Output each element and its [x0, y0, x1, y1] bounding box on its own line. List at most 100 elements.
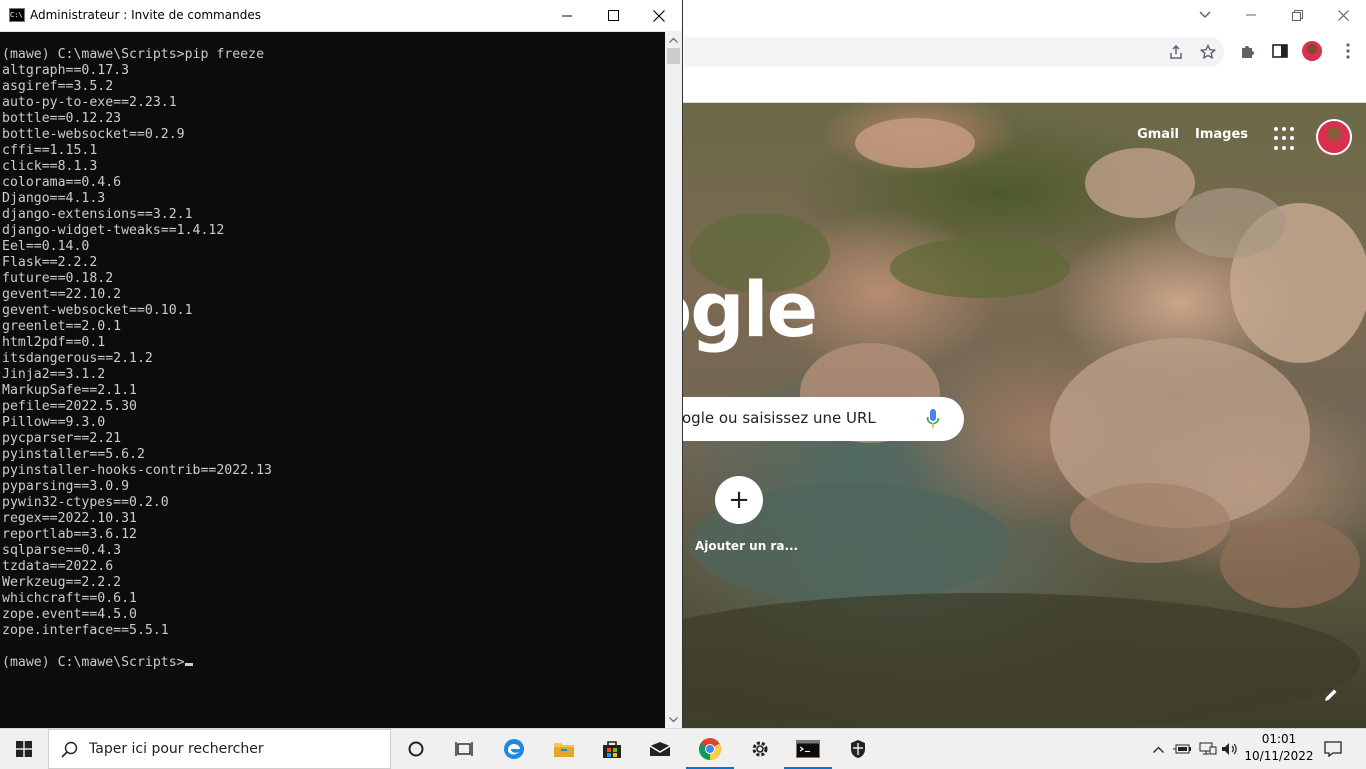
task-view-button[interactable]	[440, 729, 488, 769]
cortana-button[interactable]	[392, 729, 440, 769]
cmd-window: C:\ Administrateur : Invite de commandes…	[0, 0, 683, 728]
bookmark-star-button[interactable]	[1194, 38, 1222, 66]
battery-icon	[1173, 744, 1191, 754]
console-line: reportlab==3.6.12	[2, 527, 137, 542]
console-line: Werkzeug==2.2.2	[2, 575, 122, 590]
console-line: Pillow==9.3.0	[2, 415, 106, 430]
add-shortcut-button[interactable]: +	[715, 476, 763, 524]
taskbar-security[interactable]	[834, 729, 882, 769]
taskbar-store[interactable]	[588, 729, 636, 769]
chrome-close-button[interactable]	[1320, 0, 1366, 30]
console-line: sqlparse==0.4.3	[2, 543, 122, 558]
console-line: MarkupSafe==2.1.1	[2, 383, 137, 398]
cmd-minimize-button[interactable]	[544, 0, 590, 31]
maximize-icon	[607, 10, 619, 21]
minimize-icon	[1246, 14, 1256, 16]
chrome-minimize-button[interactable]	[1228, 0, 1274, 30]
console-line: Django==4.1.3	[2, 191, 106, 206]
microphone-icon[interactable]	[926, 409, 940, 429]
scroll-thumb[interactable]	[667, 48, 680, 64]
notifications-button[interactable]	[1318, 729, 1348, 769]
console-line: (mawe) C:\mawe\Scripts>	[2, 655, 185, 670]
close-icon	[1337, 9, 1349, 21]
security-icon	[851, 740, 865, 758]
extensions-button[interactable]	[1234, 37, 1262, 65]
ntp-header-links: Gmail Images	[1137, 127, 1248, 142]
taskbar-mail[interactable]	[636, 729, 684, 769]
show-hidden-icons-button[interactable]	[1150, 729, 1166, 769]
side-panel-icon	[1272, 44, 1288, 58]
edge-icon	[504, 739, 524, 759]
taskbar: Taper ici pour rechercher 01:01 10/11/20…	[0, 728, 1366, 769]
console-line: Flask==2.2.2	[2, 255, 98, 270]
taskbar-chrome[interactable]	[686, 729, 734, 769]
scroll-down-button[interactable]	[665, 711, 682, 728]
start-button[interactable]	[0, 729, 48, 769]
close-icon	[653, 9, 665, 22]
images-link[interactable]: Images	[1195, 127, 1248, 142]
side-panel-button[interactable]	[1266, 37, 1294, 65]
console-line: asgiref==3.5.2	[2, 79, 114, 94]
console-line: pyinstaller-hooks-contrib==2022.13	[2, 463, 272, 478]
console-line: Jinja2==3.1.2	[2, 367, 106, 382]
terminal-icon	[796, 740, 820, 758]
gmail-link[interactable]: Gmail	[1137, 127, 1179, 142]
profile-button[interactable]	[1298, 37, 1326, 65]
console-line: html2pdf==0.1	[2, 335, 106, 350]
tab-search-button[interactable]	[1182, 0, 1228, 30]
network-icon	[1199, 742, 1217, 755]
cmd-maximize-button[interactable]	[590, 0, 636, 31]
cmd-close-button[interactable]	[636, 0, 682, 31]
task-view-icon	[455, 742, 473, 756]
chevron-up-icon	[669, 37, 678, 43]
share-icon	[1170, 44, 1182, 59]
console-line: colorama==0.4.6	[2, 175, 122, 190]
console-output[interactable]: (mawe) C:\mawe\Scripts>pip freeze altgra…	[0, 31, 665, 728]
google-apps-icon[interactable]	[1272, 125, 1300, 153]
taskbar-clock[interactable]: 01:01 10/11/2022	[1244, 731, 1314, 765]
cmd-icon[interactable]: C:\	[9, 8, 25, 22]
console-line: django-widget-tweaks==1.4.12	[2, 223, 225, 238]
star-icon	[1200, 44, 1216, 60]
more-vert-icon	[1346, 43, 1350, 59]
address-bar[interactable]	[684, 37, 1224, 67]
chrome-menu-button[interactable]	[1334, 37, 1362, 65]
notification-icon	[1324, 741, 1342, 757]
console-line: pyparsing==3.0.9	[2, 479, 130, 494]
volume-tray-button[interactable]	[1220, 729, 1240, 769]
taskbar-terminal[interactable]	[784, 729, 832, 769]
text-cursor	[184, 663, 193, 666]
console-line: (mawe) C:\mawe\Scripts>pip freeze	[2, 47, 265, 62]
restore-icon	[1291, 9, 1303, 21]
console-line: click==8.1.3	[2, 159, 98, 174]
console-line: pyinstaller==5.6.2	[2, 447, 145, 462]
plus-icon: +	[728, 485, 750, 515]
console-line: pywin32-ctypes==0.2.0	[2, 495, 169, 510]
taskbar-file-explorer[interactable]	[540, 729, 588, 769]
settings-icon	[752, 741, 768, 757]
console-line: django-extensions==3.2.1	[2, 207, 193, 222]
console-line: altgraph==0.17.3	[2, 63, 130, 78]
console-line: pycparser==2.21	[2, 431, 122, 446]
console-text: (mawe) C:\mawe\Scripts>pip freeze altgra…	[0, 31, 665, 671]
console-line: zope.event==4.5.0	[2, 607, 137, 622]
console-scrollbar[interactable]	[665, 31, 682, 728]
customize-button[interactable]	[1324, 687, 1344, 707]
cmd-titlebar[interactable]: C:\ Administrateur : Invite de commandes	[0, 0, 682, 32]
scroll-up-button[interactable]	[665, 31, 682, 48]
console-line: cffi==1.15.1	[2, 143, 98, 158]
taskbar-settings[interactable]	[736, 729, 784, 769]
chrome-restore-button[interactable]	[1274, 0, 1320, 30]
share-button[interactable]	[1162, 38, 1190, 66]
profile-avatar	[1302, 41, 1322, 61]
account-avatar[interactable]	[1316, 119, 1352, 155]
chrome-icon	[699, 738, 721, 760]
store-icon	[603, 741, 621, 758]
console-line: bottle-websocket==0.2.9	[2, 127, 185, 142]
console-line: future==0.18.2	[2, 271, 114, 286]
network-tray-button[interactable]	[1198, 729, 1218, 769]
taskbar-search-box[interactable]: Taper ici pour rechercher	[48, 729, 391, 769]
taskbar-edge[interactable]	[490, 729, 538, 769]
battery-tray-button[interactable]	[1172, 729, 1192, 769]
console-line: gevent-websocket==0.10.1	[2, 303, 193, 318]
